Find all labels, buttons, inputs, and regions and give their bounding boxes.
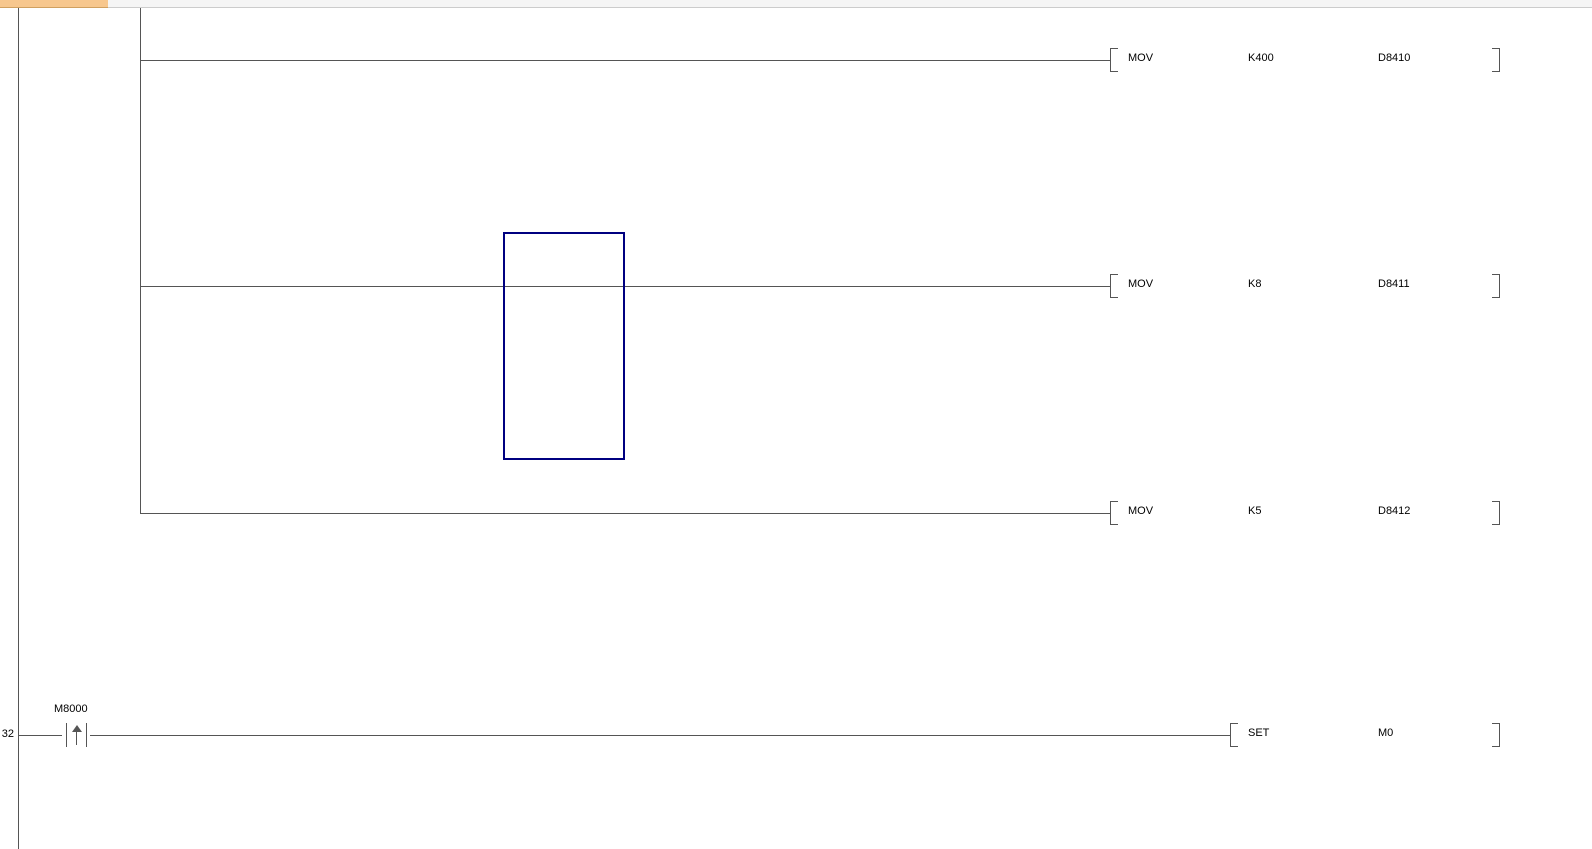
ladder-left-rail	[18, 8, 19, 849]
instruction-operand-1[interactable]: K5	[1248, 505, 1261, 517]
selection-cursor[interactable]	[503, 232, 625, 460]
rung-wire[interactable]	[90, 735, 1230, 736]
instruction-operand-2[interactable]: D8410	[1378, 52, 1410, 64]
contact-label[interactable]: M8000	[54, 703, 88, 715]
ladder-branch-rail	[140, 8, 141, 514]
step-number: 32	[0, 728, 14, 740]
instruction-operand-1[interactable]: K400	[1248, 52, 1274, 64]
instruction-bracket-left	[1110, 274, 1118, 298]
instruction-bracket-right	[1492, 723, 1500, 747]
rung-wire[interactable]	[140, 513, 1110, 514]
instruction-bracket-left	[1230, 723, 1238, 747]
instruction-operand-2[interactable]: D8412	[1378, 505, 1410, 517]
instruction-bracket-left	[1110, 501, 1118, 525]
instruction-op[interactable]: MOV	[1128, 505, 1153, 517]
instruction-op[interactable]: MOV	[1128, 278, 1153, 290]
instruction-bracket-right	[1492, 48, 1500, 72]
rung-wire[interactable]	[140, 60, 1110, 61]
instruction-bracket-right	[1492, 501, 1500, 525]
instruction-operand-2[interactable]: D8411	[1378, 278, 1410, 290]
instruction-operand-1[interactable]: K8	[1248, 278, 1261, 290]
rung-wire[interactable]	[18, 735, 62, 736]
instruction-operand-1[interactable]: M0	[1378, 727, 1393, 739]
instruction-bracket-right	[1492, 274, 1500, 298]
instruction-bracket-left	[1110, 48, 1118, 72]
instruction-op[interactable]: SET	[1248, 727, 1269, 739]
rising-pulse-contact[interactable]	[62, 723, 92, 747]
rung-wire[interactable]	[140, 286, 1110, 287]
ladder-diagram-canvas[interactable]: MOV K400 D8410 MOV K8 D8411 MOV K5 D8412…	[0, 8, 1592, 849]
instruction-op[interactable]: MOV	[1128, 52, 1153, 64]
window-tab-bar-inactive	[108, 0, 1592, 8]
